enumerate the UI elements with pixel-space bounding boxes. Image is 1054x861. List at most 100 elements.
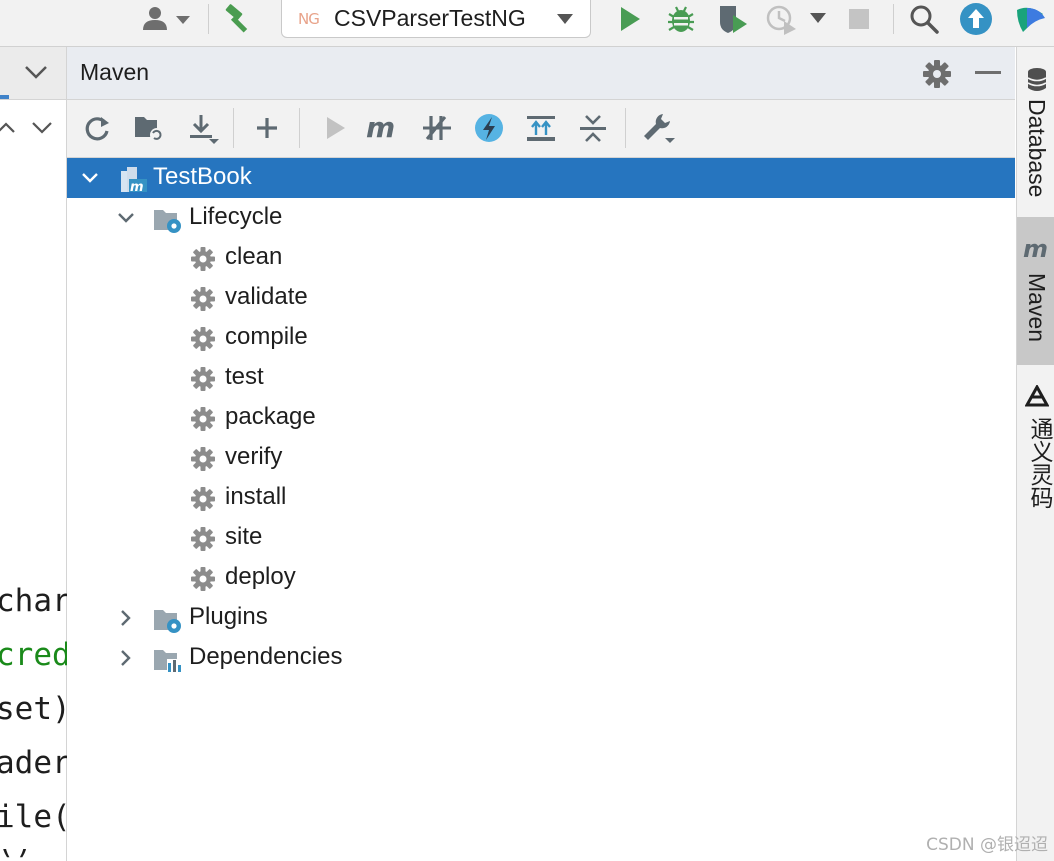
maven-project-icon: m xyxy=(121,167,147,193)
lifecycle-phase-site[interactable]: site xyxy=(67,518,1015,558)
tree-node-label: Lifecycle xyxy=(189,203,283,230)
gear-icon xyxy=(191,527,215,551)
tree-node-label: Plugins xyxy=(189,603,268,630)
gear-icon xyxy=(191,407,215,431)
database-icon xyxy=(1027,68,1047,91)
tab-label: Maven xyxy=(1024,273,1050,343)
chevron-right-icon[interactable] xyxy=(117,649,135,667)
run-maven-icon[interactable] xyxy=(317,110,353,146)
collapse-all-icon[interactable] xyxy=(575,110,611,146)
gear-icon xyxy=(191,567,215,591)
tree-node-plugins[interactable]: Plugins xyxy=(67,598,1015,638)
lifecycle-phase-package[interactable]: package xyxy=(67,398,1015,438)
gear-icon xyxy=(191,287,215,311)
run-configuration-selector[interactable]: NG CSVParserTestNG xyxy=(281,0,591,38)
gear-icon xyxy=(191,327,215,351)
lifecycle-phase-verify[interactable]: verify xyxy=(67,438,1015,478)
tool-window-title: Maven xyxy=(80,59,150,85)
show-dependencies-icon[interactable] xyxy=(523,110,559,146)
generate-sources-icon[interactable] xyxy=(131,110,167,146)
run-icon[interactable] xyxy=(612,2,646,36)
lifecycle-phase-validate[interactable]: validate xyxy=(67,278,1015,318)
chevron-up-icon[interactable] xyxy=(0,119,16,135)
chevron-down-icon[interactable] xyxy=(117,209,135,227)
run-configuration-name: CSVParserTestNG xyxy=(334,5,526,31)
lifecycle-phase-deploy[interactable]: deploy xyxy=(67,558,1015,598)
chevron-right-icon[interactable] xyxy=(117,609,135,627)
dependencies-folder-icon xyxy=(154,650,181,672)
svg-text:m: m xyxy=(130,180,144,193)
maven-icon: m xyxy=(1023,237,1048,261)
code-line: char xyxy=(0,583,71,619)
chevron-down-icon[interactable] xyxy=(806,10,830,26)
lifecycle-phase-install[interactable]: install xyxy=(67,478,1015,518)
build-hammer-icon[interactable] xyxy=(222,2,256,36)
settings-wrench-icon[interactable] xyxy=(641,110,677,146)
editor-tab-bar xyxy=(0,47,66,100)
plugin-logo-icon[interactable] xyxy=(1010,1,1050,37)
tree-node-label: site xyxy=(225,523,263,550)
download-icon[interactable] xyxy=(185,110,221,146)
minimize-icon[interactable] xyxy=(975,71,1001,75)
tab-tongyi-lingma[interactable]: 通义灵码 xyxy=(1017,377,1054,517)
lifecycle-phase-clean[interactable]: clean xyxy=(67,238,1015,278)
tree-node-label: test xyxy=(225,363,264,390)
user-icon[interactable] xyxy=(140,4,194,34)
stop-icon[interactable] xyxy=(844,4,874,34)
code-line: ile( xyxy=(0,799,71,835)
tongyi-lingma-icon xyxy=(1025,385,1049,407)
toggle-offline-icon[interactable] xyxy=(419,110,455,146)
tree-node-label: Dependencies xyxy=(189,643,343,670)
watermark-text: CSDN @银迢迢 xyxy=(926,835,1048,855)
reload-icon[interactable] xyxy=(79,110,115,146)
tree-node-lifecycle[interactable]: Lifecycle xyxy=(67,198,1015,238)
testng-icon: NG xyxy=(298,9,320,28)
gear-icon xyxy=(191,367,215,391)
gear-icon[interactable] xyxy=(922,59,952,89)
svg-text:m: m xyxy=(366,114,395,142)
tab-maven[interactable]: m Maven xyxy=(1017,217,1054,365)
execute-goal-icon[interactable]: m xyxy=(365,110,401,146)
tree-node-label: deploy xyxy=(225,563,296,590)
tab-label: 通义灵码 xyxy=(1027,417,1053,509)
lifecycle-folder-icon xyxy=(154,210,181,233)
skip-tests-icon[interactable] xyxy=(471,110,507,146)
editor-area[interactable]: char cred set) ader ile( () xyxy=(0,47,71,861)
tree-node-dependencies[interactable]: Dependencies xyxy=(67,638,1015,678)
tab-database[interactable]: Database xyxy=(1017,57,1054,217)
gear-icon xyxy=(191,447,215,471)
gear-icon xyxy=(191,247,215,271)
code-line: ader xyxy=(0,745,71,781)
plugins-folder-icon xyxy=(154,610,181,633)
tree-node-label: verify xyxy=(225,443,283,470)
debug-icon[interactable] xyxy=(664,2,698,36)
maven-projects-tree: m TestBook Lifecycle clean validate comp… xyxy=(67,158,1015,861)
code-line: () xyxy=(0,849,33,861)
tree-node-label: TestBook xyxy=(153,163,252,190)
maven-tool-window-header: Maven xyxy=(67,47,1015,100)
chevron-down-icon[interactable] xyxy=(24,64,48,80)
tree-node-label: clean xyxy=(225,243,283,270)
tree-node-label: validate xyxy=(225,283,308,310)
chevron-down-icon xyxy=(557,14,573,24)
main-toolbar: NG CSVParserTestNG xyxy=(0,0,1054,47)
coverage-icon[interactable] xyxy=(716,2,750,36)
maven-toolbar: m xyxy=(67,100,1015,158)
profile-icon[interactable] xyxy=(764,2,804,36)
chevron-down-icon[interactable] xyxy=(81,169,99,187)
add-icon[interactable] xyxy=(249,110,285,146)
code-line: set) xyxy=(0,691,71,727)
update-icon[interactable] xyxy=(958,1,994,37)
tab-label: Database xyxy=(1024,99,1050,198)
tree-node-label: install xyxy=(225,483,287,510)
chevron-down-icon[interactable] xyxy=(30,119,54,135)
lifecycle-phase-compile[interactable]: compile xyxy=(67,318,1015,358)
tree-node-label: compile xyxy=(225,323,308,350)
lifecycle-phase-test[interactable]: test xyxy=(67,358,1015,398)
gear-icon xyxy=(191,487,215,511)
code-line: cred xyxy=(0,637,71,673)
search-icon[interactable] xyxy=(906,2,942,36)
tree-node-label: package xyxy=(225,403,316,430)
svg-text:m: m xyxy=(1023,237,1048,261)
tree-node-project[interactable]: m TestBook xyxy=(67,158,1015,198)
